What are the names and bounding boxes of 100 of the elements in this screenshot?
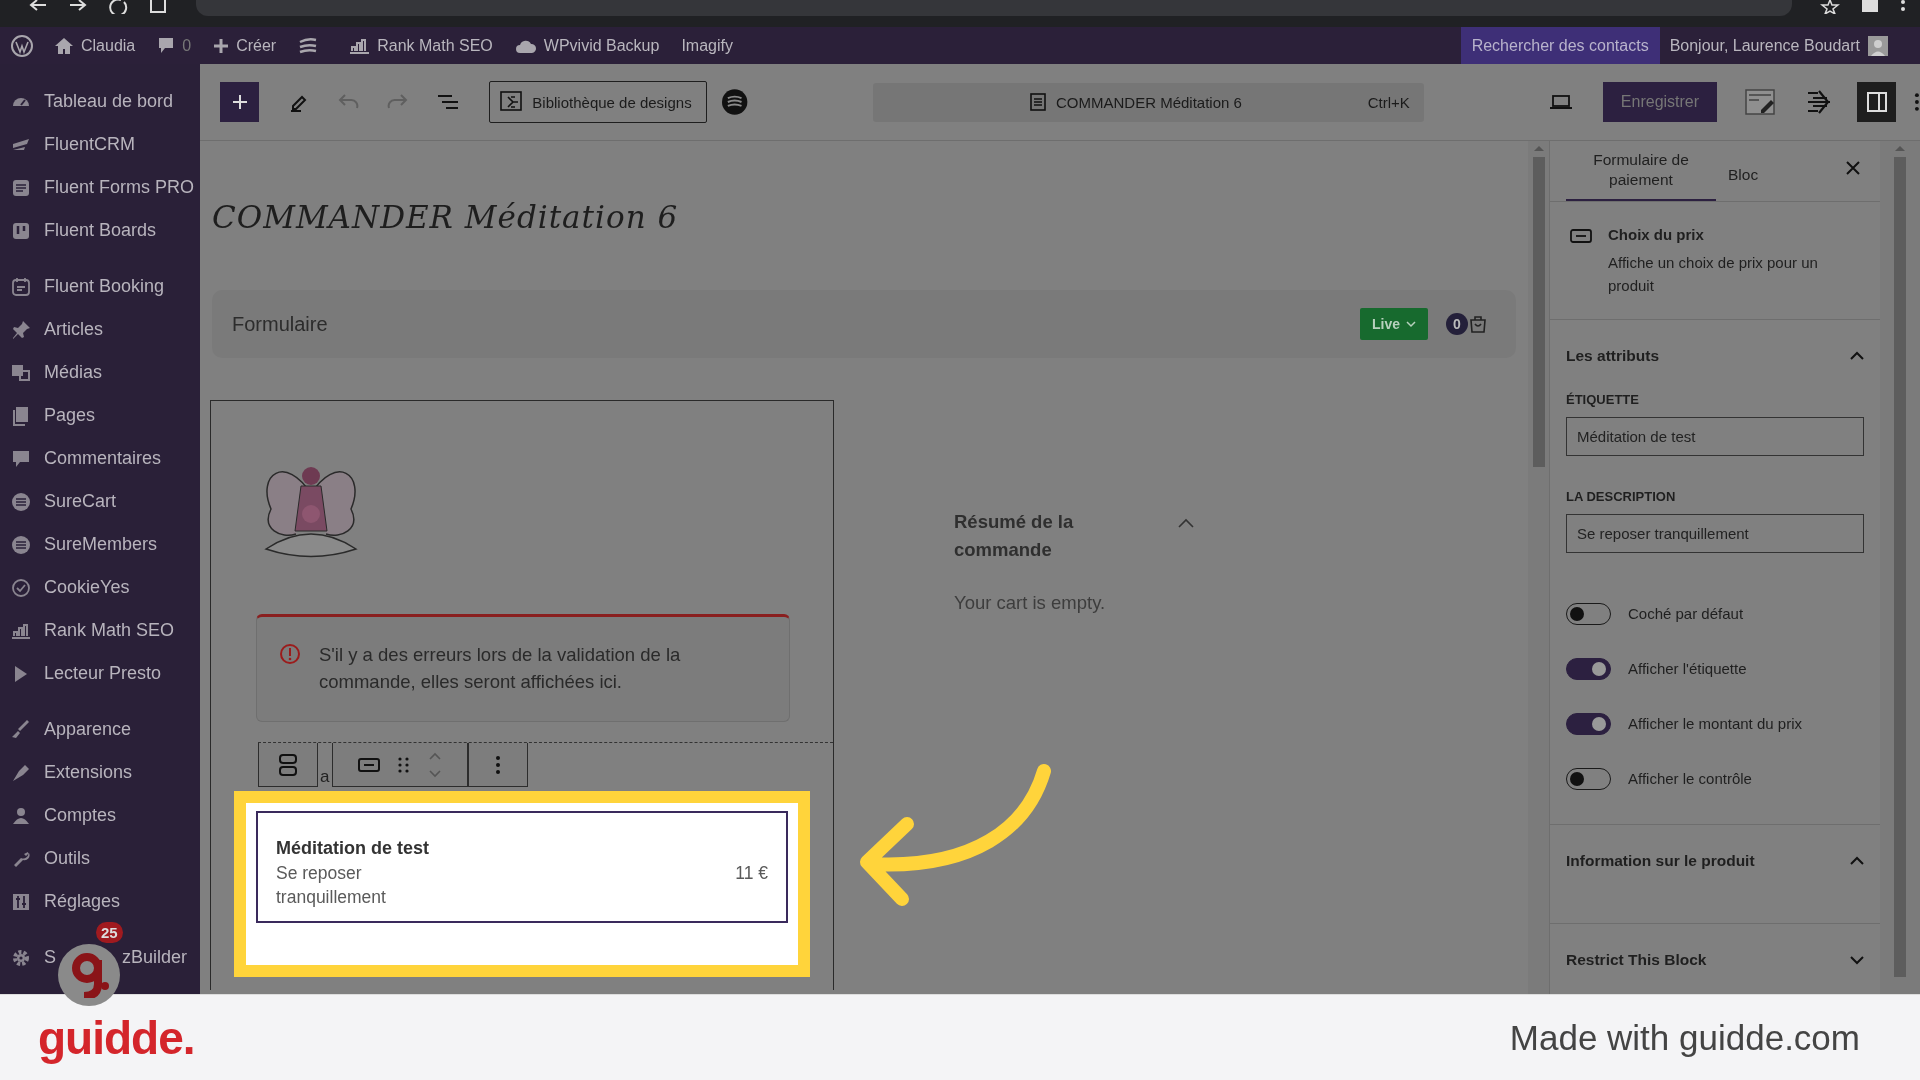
menu-item[interactable]: Fluent Forms PRO	[44, 177, 195, 198]
menu-item[interactable]: Lecteur Presto	[44, 663, 162, 684]
drag-handle-icon[interactable]	[398, 755, 410, 774]
menu-item[interactable]: Tableau de bord	[44, 91, 174, 112]
section-title[interactable]: Les attributs	[1566, 347, 1659, 365]
panel-tab[interactable]: Bloc	[1728, 141, 1759, 201]
avatar-icon[interactable]	[1868, 35, 1888, 56]
board-icon	[11, 220, 31, 241]
text-field[interactable]: Se reposer tranquillement	[1566, 514, 1864, 553]
menu-item[interactable]: Apparence	[44, 719, 132, 740]
toggle-switch[interactable]	[1566, 712, 1611, 735]
credit-text: Made with guidde.com	[1509, 1017, 1860, 1058]
reload-icon[interactable]	[108, 0, 128, 14]
stack-icon	[278, 752, 298, 777]
add-block-button[interactable]	[220, 82, 260, 122]
summary-title: Résumé de la commande	[954, 510, 1075, 562]
imagify-link[interactable]: Imagify	[681, 36, 733, 55]
menu-item[interactable]: SureCart	[44, 491, 117, 512]
menu-item[interactable]: Réglages	[44, 891, 121, 912]
error-icon	[279, 643, 301, 665]
backup-link[interactable]: WPvivid Backup	[543, 36, 660, 55]
back-icon[interactable]	[28, 0, 48, 14]
user-greeting[interactable]: Bonjour, Laurence Boudart	[1669, 36, 1860, 55]
empty-cart-text: Your cart is empty.	[954, 592, 1107, 614]
design-library-button[interactable]: Bibliothèque de designs	[489, 81, 707, 123]
menu-item[interactable]: Pages	[44, 405, 96, 426]
shortcut-hint: Ctrl+K	[1367, 93, 1410, 111]
price-block-icon	[1570, 229, 1592, 243]
status-dropdown[interactable]: Live	[1360, 308, 1428, 340]
forward-icon[interactable]	[68, 0, 88, 14]
menu-item-fragment[interactable]: S	[44, 947, 56, 968]
comment-icon	[11, 448, 31, 469]
block-options-button[interactable]	[468, 743, 528, 787]
field-label: LA DESCRIPTION	[1566, 489, 1677, 504]
toggle-label: Coché par défaut	[1628, 605, 1744, 622]
scrollbar-thumb[interactable]	[1532, 157, 1545, 467]
chevron-up-icon[interactable]	[1178, 518, 1194, 528]
list-view-icon[interactable]	[437, 93, 460, 111]
page-title: COMMANDER Méditation 6	[212, 199, 680, 237]
toggle-switch[interactable]	[1566, 657, 1611, 680]
caret-icon	[1406, 320, 1416, 328]
price-choice-card[interactable]: Méditation de test Se reposer tranquillement 11 €	[256, 811, 788, 923]
search-contacts-button[interactable]: Rechercher des contacts	[1460, 27, 1660, 64]
document-title: COMMANDER Méditation 6	[1056, 93, 1242, 111]
more-icon[interactable]	[1900, 0, 1906, 14]
menu-item[interactable]: Commentaires	[44, 448, 162, 469]
more-options-icon[interactable]	[1914, 92, 1920, 112]
sidebar-toggle-icon	[1866, 92, 1887, 112]
wordpress-logo-icon[interactable]	[10, 33, 34, 58]
new-link[interactable]: Créer	[236, 36, 277, 55]
menu-item-fragment[interactable]: zBuilder	[122, 947, 188, 968]
panel-tab[interactable]: Formulaire de paiement	[1566, 141, 1716, 201]
library-icon	[500, 91, 525, 113]
guidde-logo: guidde.	[38, 1010, 195, 1065]
laptop-icon[interactable]	[1548, 94, 1573, 110]
plus-icon	[230, 93, 249, 111]
menu-item[interactable]: Articles	[44, 319, 103, 340]
more-options-icon	[495, 754, 501, 775]
chevron-up-icon[interactable]	[1850, 351, 1864, 361]
section-title[interactable]: Information sur le produit	[1566, 852, 1755, 870]
document-icon	[1030, 93, 1046, 111]
menu-item[interactable]: SureMembers	[44, 534, 158, 555]
media-icon	[11, 362, 31, 383]
price-description: Se reposer tranquillement	[276, 862, 387, 909]
sliders-icon	[11, 891, 31, 912]
chevron-down-icon[interactable]	[1850, 955, 1864, 965]
document-title-bar[interactable]: COMMANDER Méditation 6 Ctrl+K	[873, 82, 1424, 122]
star-icon[interactable]	[1820, 0, 1840, 14]
menu-item[interactable]: Fluent Boards	[44, 220, 157, 241]
plus-icon	[213, 37, 230, 54]
menu-item[interactable]: Outils	[44, 848, 90, 869]
scrollbar-thumb[interactable]	[1894, 157, 1906, 977]
block-type-button[interactable]	[258, 743, 318, 787]
menu-item[interactable]: FluentCRM	[44, 134, 136, 155]
menu-item[interactable]: Fluent Booking	[44, 276, 165, 297]
stripes-circle-icon[interactable]	[720, 88, 748, 116]
rank-math-link[interactable]: Rank Math SEO	[377, 36, 493, 55]
close-icon[interactable]	[1846, 161, 1860, 175]
block-title: Choix du prix	[1608, 226, 1705, 243]
price-block-icon[interactable]	[358, 757, 380, 772]
chevron-up-icon[interactable]	[1850, 856, 1864, 866]
menu-item[interactable]: Comptes	[44, 805, 117, 826]
menu-item[interactable]: Extensions	[44, 762, 133, 783]
brush-icon	[11, 719, 31, 740]
menu-item[interactable]: Médias	[44, 362, 103, 383]
section-title[interactable]: Restrict This Block	[1566, 951, 1707, 969]
cart-icon[interactable]	[1468, 314, 1488, 334]
edit-screen-icon[interactable]	[1745, 88, 1778, 116]
cart-count-badge: 0	[1446, 313, 1468, 335]
stripes-icon[interactable]	[298, 37, 319, 54]
toggle-label: Afficher l'étiquette	[1628, 660, 1747, 677]
site-name-link[interactable]: Claudia	[81, 36, 136, 55]
price-name: Méditation de test	[276, 837, 429, 860]
block-label-fragment: a	[320, 767, 331, 788]
menu-item[interactable]: Rank Math SEO	[44, 620, 175, 641]
menu-item[interactable]: CookieYes	[44, 577, 130, 598]
pin-icon	[11, 319, 31, 340]
field-label: ÉTIQUETTE	[1566, 392, 1640, 407]
settings-panel-button[interactable]	[1857, 82, 1897, 122]
text-field[interactable]: Méditation de test	[1566, 417, 1864, 456]
